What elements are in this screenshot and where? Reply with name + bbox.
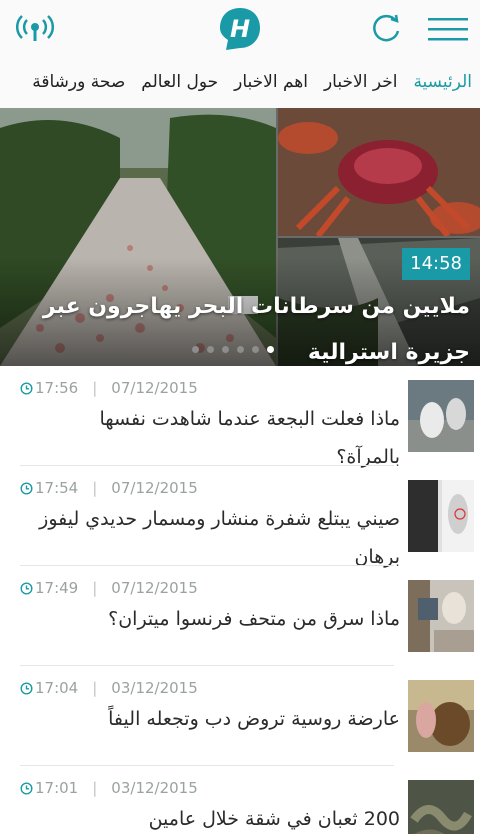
tab-home[interactable]: الرئيسية [413, 72, 472, 92]
meta-separator: | [92, 379, 98, 397]
article-time: 17:04 [35, 679, 79, 697]
radio-broadcast-icon[interactable] [10, 0, 60, 58]
article-meta: 17:04 | 03/12/2015 [20, 678, 198, 698]
hero-featured-story[interactable]: 14:58 ملايين من سرطانات البحر يهاجرون عب… [0, 108, 480, 366]
hamburger-menu-icon[interactable] [420, 0, 476, 58]
app-header: H [0, 0, 480, 58]
tab-health-fitness[interactable]: صحة ورشاقة [32, 72, 125, 92]
article-time: 17:56 [35, 379, 79, 397]
refresh-icon[interactable] [364, 0, 408, 58]
clock-icon [20, 381, 33, 395]
carousel-dot[interactable] [237, 346, 244, 353]
article-title[interactable]: 200 ثعبان في شقة خلال عامين [30, 800, 400, 834]
clock-icon [20, 581, 33, 595]
carousel-dot[interactable] [192, 346, 199, 353]
list-item[interactable]: 17:49 | 07/12/2015 ماذا سرق من متحف فرنس… [0, 566, 480, 666]
meta-separator: | [92, 479, 98, 497]
hero-photo-red-crab [278, 108, 480, 236]
meta-separator: | [92, 779, 98, 797]
tab-top-news[interactable]: اهم الاخبار [234, 72, 308, 92]
svg-text:H: H [230, 15, 250, 43]
article-meta: 17:54 | 07/12/2015 [20, 478, 198, 498]
tab-around-world[interactable]: حول العالم [141, 72, 218, 92]
category-tabs: الرئيسية اخر الاخبار اهم الاخبار حول الع… [0, 58, 480, 106]
article-date: 07/12/2015 [111, 479, 198, 497]
article-meta: 17:56 | 07/12/2015 [20, 378, 198, 398]
brand-logo-h-icon[interactable]: H [212, 0, 268, 58]
article-thumbnail-museum[interactable] [408, 580, 474, 652]
carousel-dot[interactable] [222, 346, 229, 353]
clock-icon [20, 481, 33, 495]
article-meta: 17:01 | 03/12/2015 [20, 778, 198, 798]
meta-separator: | [92, 579, 98, 597]
carousel-dot[interactable] [207, 346, 214, 353]
article-thumbnail-swan[interactable] [408, 380, 474, 452]
list-item[interactable]: 17:04 | 03/12/2015 عارضة روسية تروض دب و… [0, 666, 480, 766]
list-item[interactable]: 17:54 | 07/12/2015 صيني يبتلع شفرة منشار… [0, 466, 480, 568]
article-thumbnail-snakes[interactable] [408, 780, 474, 834]
article-date: 07/12/2015 [111, 579, 198, 597]
carousel-dot[interactable] [252, 346, 259, 353]
hero-title[interactable]: ملايين من سرطانات البحر يهاجرون عبر جزير… [10, 284, 470, 366]
tab-latest-news[interactable]: اخر الاخبار [324, 72, 397, 92]
list-item[interactable]: 17:56 | 07/12/2015 ماذا فعلت البجعة عندم… [0, 366, 480, 468]
clock-icon [20, 681, 33, 695]
hero-time-badge: 14:58 [402, 248, 470, 280]
article-thumbnail-bear[interactable] [408, 680, 474, 752]
article-date: 03/12/2015 [111, 679, 198, 697]
article-title[interactable]: عارضة روسية تروض دب وتجعله اليفاً [30, 700, 400, 738]
clock-icon [20, 781, 33, 795]
article-date: 07/12/2015 [111, 379, 198, 397]
article-list: 17:56 | 07/12/2015 ماذا فعلت البجعة عندم… [0, 366, 480, 834]
article-title[interactable]: ماذا سرق من متحف فرنسوا ميتران؟ [30, 600, 400, 638]
article-time: 17:49 [35, 579, 79, 597]
article-time: 17:01 [35, 779, 79, 797]
hero-carousel-dots [192, 346, 274, 353]
list-item[interactable]: 17:01 | 03/12/2015 200 ثعبان في شقة خلال… [0, 766, 480, 834]
carousel-dot-active[interactable] [267, 346, 274, 353]
article-date: 03/12/2015 [111, 779, 198, 797]
meta-separator: | [92, 679, 98, 697]
article-thumbnail-xray[interactable] [408, 480, 474, 552]
article-meta: 17:49 | 07/12/2015 [20, 578, 198, 598]
article-time: 17:54 [35, 479, 79, 497]
